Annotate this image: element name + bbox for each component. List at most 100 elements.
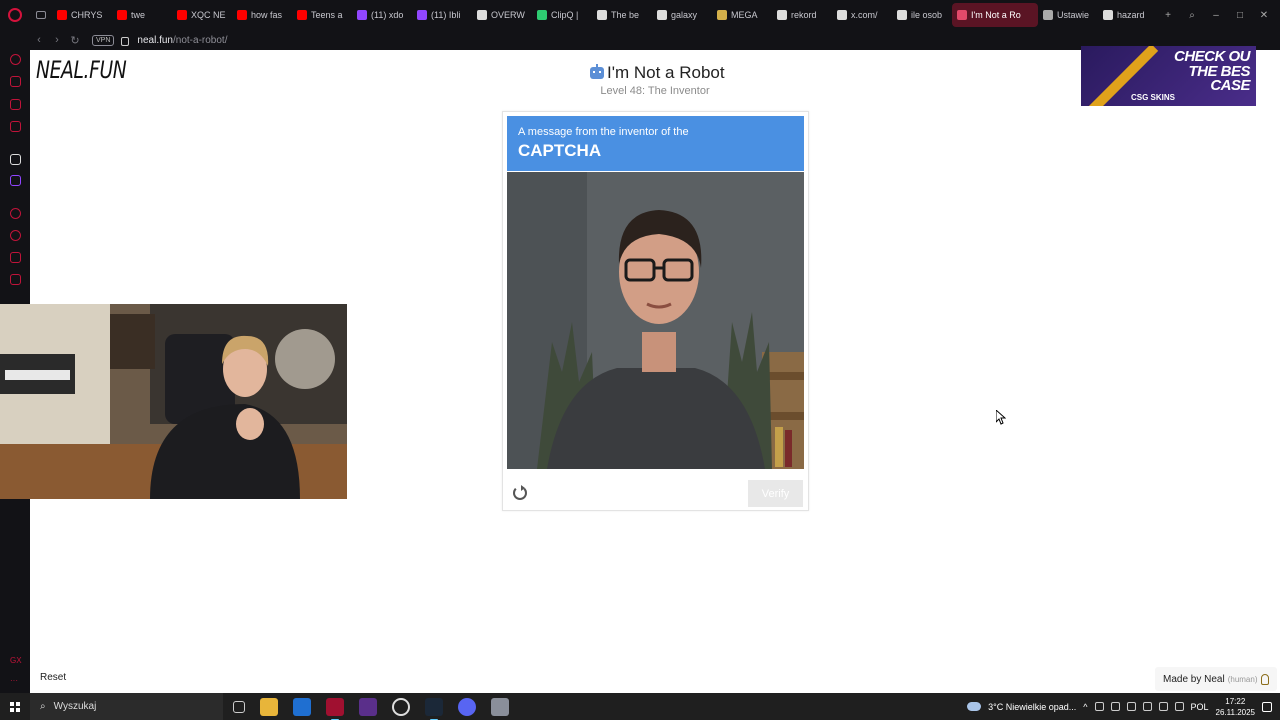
browser-tab[interactable]: XQC NE [172, 3, 232, 27]
captcha-header: A message from the inventor of the CAPTC… [507, 116, 804, 171]
tray-app-icon[interactable] [1142, 702, 1152, 711]
level-subtitle: Level 48: The Inventor [600, 85, 710, 97]
sidebar-youtube-icon[interactable] [10, 121, 21, 132]
browser-tab[interactable]: rekord [772, 3, 832, 27]
taskbar-search[interactable]: ⌕ Wyszukaj [30, 693, 223, 720]
browser-tab[interactable]: (11) Ibli [412, 3, 472, 27]
tab-title: Teens a [311, 10, 343, 20]
refresh-icon[interactable] [513, 485, 527, 500]
sidebar-ai-icon[interactable] [10, 154, 21, 165]
browser-tab[interactable]: MEGA [712, 3, 772, 27]
network-icon[interactable] [1158, 702, 1168, 711]
mouse-cursor-icon [996, 410, 1006, 425]
tab-title: hazard [1117, 10, 1145, 20]
notification-icon[interactable] [1262, 701, 1272, 712]
obs-app-icon[interactable] [392, 697, 410, 716]
weather-icon[interactable] [967, 702, 982, 711]
browser-tab[interactable]: OVERW [472, 3, 532, 27]
sidebar-more-icon[interactable]: ··· [10, 676, 18, 685]
tray-app-icon[interactable] [1110, 702, 1120, 711]
browser-tab[interactable]: hazard [1098, 3, 1158, 27]
close-icon[interactable]: ✕ [1258, 9, 1270, 21]
tab-favicon-icon [477, 10, 487, 20]
tool-app-icon[interactable] [491, 697, 509, 716]
site-logo[interactable]: NEAL.FUN [36, 56, 127, 84]
clock-date: 26.11.2025 [1215, 707, 1255, 717]
browser-tab[interactable]: x.com/ [832, 3, 892, 27]
search-tabs-icon[interactable]: ⌕ [1186, 9, 1198, 21]
browser-tab[interactable]: ile osob [892, 3, 952, 27]
tray-overflow-icon[interactable]: ^ [1083, 702, 1087, 712]
volume-icon[interactable] [1174, 702, 1184, 711]
url-field[interactable]: neal.fun/not-a-robot/ [137, 35, 227, 46]
browser-tab[interactable]: (11) xdo [352, 3, 412, 27]
language-indicator[interactable]: POL [1191, 702, 1209, 712]
weather-text[interactable]: 3°C Niewielkie opad... [988, 702, 1076, 712]
microphone-icon[interactable] [1126, 702, 1136, 711]
tray-app-icon[interactable] [1094, 702, 1104, 711]
sidebar-cube-icon[interactable] [10, 252, 21, 263]
browser-tab[interactable]: ClipQ | [532, 3, 592, 27]
tab-title: rekord [791, 10, 817, 20]
lock-icon[interactable] [121, 36, 130, 46]
browser-tab[interactable]: The be [592, 3, 652, 27]
reload-icon[interactable]: ↻ [66, 31, 84, 49]
vpn-badge[interactable]: VPN [92, 34, 115, 46]
steam-app-icon[interactable] [425, 697, 443, 720]
tab-overview-icon[interactable] [30, 0, 52, 30]
browser-tab[interactable]: Teens a [292, 3, 352, 27]
tab-title: OVERW [491, 10, 525, 20]
tab-favicon-icon [597, 10, 607, 20]
clock-time: 17:22 [1225, 696, 1246, 706]
tab-title: XQC NE [191, 10, 226, 20]
tab-favicon-icon [117, 10, 127, 20]
opera-gx-app-icon[interactable] [326, 697, 344, 720]
browser-tab[interactable]: how fas [232, 3, 292, 27]
tab-favicon-icon [717, 10, 727, 20]
sidebar-twitch-icon[interactable] [10, 175, 21, 186]
tab-favicon-icon [237, 10, 247, 20]
sidebar-player-icon[interactable] [10, 208, 21, 219]
file-explorer-icon[interactable] [260, 697, 278, 716]
sidebar-settings-icon[interactable] [10, 274, 21, 285]
maximize-icon[interactable]: □ [1234, 9, 1246, 21]
browser-tab[interactable]: Ustawie [1038, 3, 1098, 27]
robot-icon [590, 64, 604, 79]
browser-tab[interactable]: CHRYS [52, 3, 112, 27]
tab-title: twe [131, 10, 146, 20]
browser-tab[interactable]: twe [112, 3, 172, 27]
sidebar-bag-icon[interactable] [10, 76, 21, 87]
tab-title: (11) xdo [371, 10, 404, 20]
made-by-badge[interactable]: Made by Neal (human) [1155, 667, 1277, 691]
task-view-icon[interactable] [233, 700, 245, 713]
start-button[interactable] [0, 693, 30, 720]
lightbulb-icon [1260, 673, 1269, 685]
browser-tab[interactable]: I'm Not a Ro [952, 3, 1038, 27]
tab-favicon-icon [57, 10, 67, 20]
tab-list: CHRYS twe XQC NE how fas Teens a (11) xdo (11)… [52, 0, 1162, 30]
screen: CHRYS twe XQC NE how fas Teens a (11) xdo (11)… [0, 0, 1280, 720]
sidebar-gx-icon[interactable]: GX [10, 656, 22, 665]
taskbar-apps [233, 697, 509, 720]
mail-app-icon[interactable] [293, 697, 311, 716]
app-icon[interactable] [359, 697, 377, 716]
captcha-header-intro: A message from the inventor of the [518, 126, 689, 138]
minimize-icon[interactable]: – [1210, 9, 1222, 21]
browser-tab[interactable]: galaxy [652, 3, 712, 27]
tab-favicon-icon [417, 10, 427, 20]
sidebar-clock-icon[interactable] [10, 230, 21, 241]
opera-logo-icon[interactable] [0, 0, 30, 30]
back-icon[interactable]: ‹ [30, 31, 48, 49]
tab-title: I'm Not a Ro [971, 10, 1021, 20]
discord-app-icon[interactable] [458, 697, 476, 716]
sidebar-messenger-icon[interactable] [10, 99, 21, 110]
reset-button[interactable]: Reset [40, 672, 66, 683]
verify-button[interactable]: Verify [748, 480, 803, 507]
new-tab-icon[interactable]: + [1162, 9, 1174, 21]
tab-favicon-icon [357, 10, 367, 20]
inventor-video[interactable] [507, 172, 804, 469]
ad-brand: CSG SKINS [1131, 93, 1176, 102]
sidebar-history-icon[interactable] [10, 54, 21, 65]
forward-icon[interactable]: › [48, 31, 66, 49]
clock[interactable]: 17:22 26.11.2025 [1216, 696, 1255, 718]
